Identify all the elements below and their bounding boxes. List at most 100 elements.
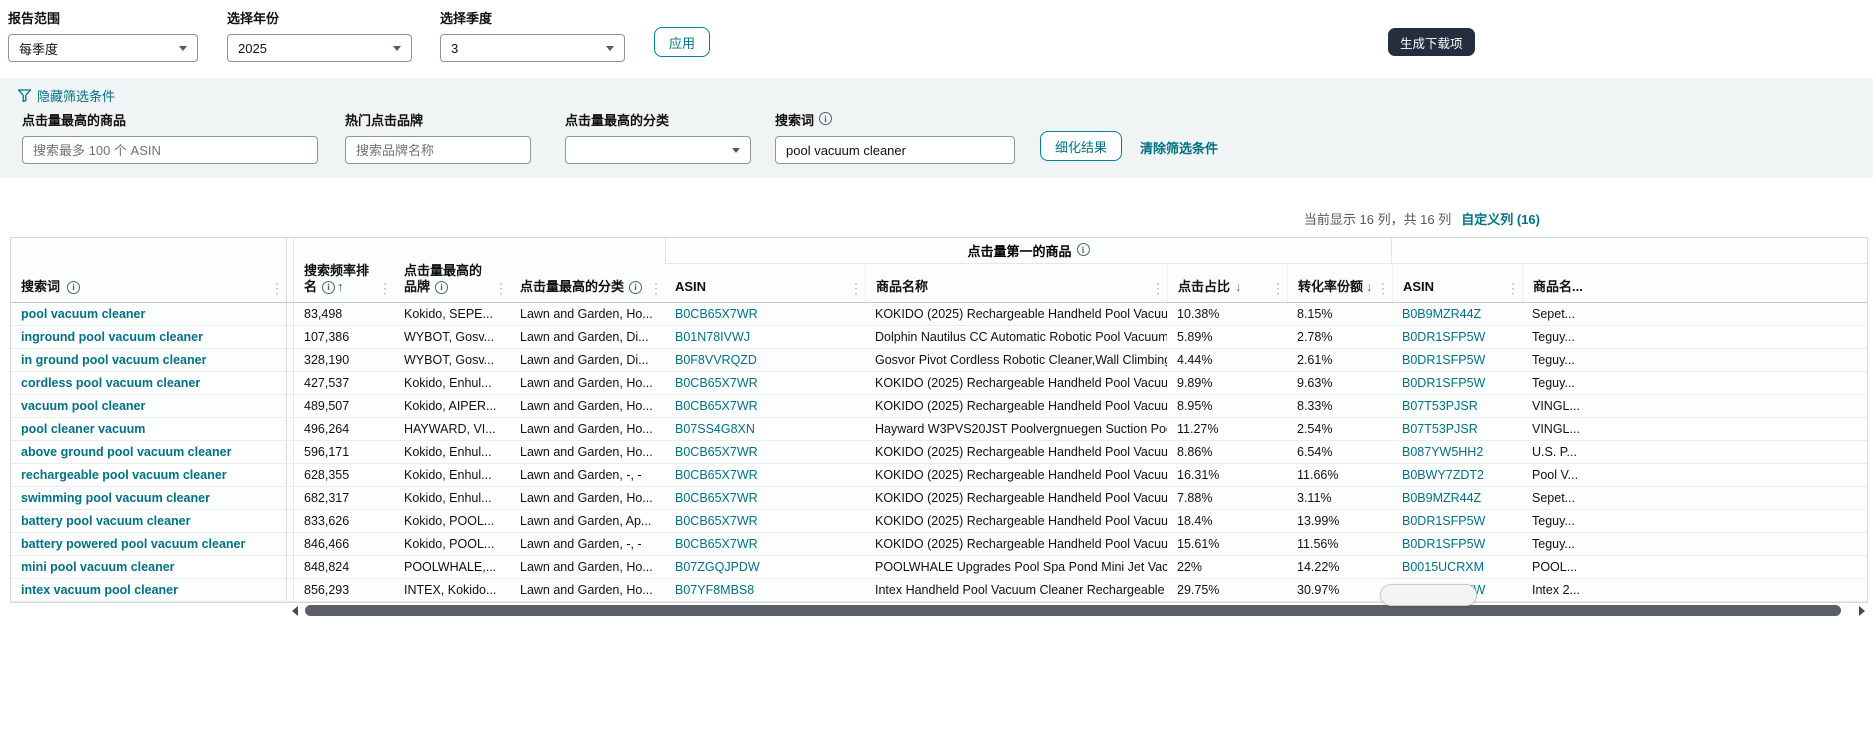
asin-link[interactable]: B07SS4G8XN <box>665 418 865 440</box>
report-scope-select[interactable]: 每季度 <box>8 34 198 62</box>
filter-funnel-icon <box>18 89 31 102</box>
info-icon[interactable] <box>819 112 832 125</box>
asin-search-input[interactable] <box>22 136 318 164</box>
info-icon[interactable] <box>322 281 335 294</box>
search-term-link[interactable]: cordless pool vacuum cleaner <box>11 372 286 394</box>
info-icon[interactable] <box>1077 243 1090 256</box>
column-menu-icon[interactable]: ⋮ <box>1506 281 1520 295</box>
category-select[interactable] <box>565 136 751 164</box>
asin-2-link[interactable]: B0B9MZR44Z <box>1392 303 1522 325</box>
frozen-column-divider <box>286 238 294 302</box>
asin-2-link[interactable]: B0B9MZR44Z <box>1392 487 1522 509</box>
asin-link[interactable]: B0CB65X7WR <box>665 372 865 394</box>
asin-2-link[interactable]: B0DR1SFP5W <box>1392 372 1522 394</box>
asin-link[interactable]: B0CB65X7WR <box>665 510 865 532</box>
search-term-link[interactable]: mini pool vacuum cleaner <box>11 556 286 578</box>
table-row: cordless pool vacuum cleaner 427,537 Kok… <box>11 372 1867 395</box>
sort-icon[interactable]: ↓ <box>1366 279 1373 294</box>
column-menu-icon[interactable]: ⋮ <box>494 281 508 295</box>
asin-2-link[interactable]: B0DR1SFP5W <box>1392 533 1522 555</box>
column-menu-icon[interactable]: ⋮ <box>1151 281 1165 295</box>
scroll-left-arrow-icon[interactable] <box>292 606 298 616</box>
asin-2-link[interactable]: B0BWY7ZDT2 <box>1392 464 1522 486</box>
sort-icon[interactable]: ↓ <box>1235 279 1242 295</box>
asin-link[interactable]: B0F8VVRQZD <box>665 349 865 371</box>
asin-link[interactable]: B0CB65X7WR <box>665 303 865 325</box>
search-term-link[interactable]: battery pool vacuum cleaner <box>11 510 286 532</box>
column-header-product-name[interactable]: 商品名称 ⋮ <box>865 264 1167 302</box>
asin-2-link[interactable]: B0DR1SFP5W <box>1392 510 1522 532</box>
generate-download-button[interactable]: 生成下载项 <box>1388 28 1475 56</box>
filter-panel: 隐藏筛选条件 点击量最高的商品 热门点击品牌 点击量最高的分类 搜索词 细化结果 <box>0 78 1873 178</box>
apply-button[interactable]: 应用 <box>654 27 710 57</box>
column-menu-icon[interactable]: ⋮ <box>270 281 284 295</box>
column-header-search-term[interactable]: 搜索词 ⋮ <box>11 238 286 302</box>
asin-2-link[interactable]: B0DR1SFP5W <box>1392 326 1522 348</box>
year-select[interactable]: 2025 <box>227 34 412 62</box>
column-menu-icon[interactable]: ⋮ <box>1376 281 1390 295</box>
sort-ascending-icon[interactable]: ↑ <box>337 279 344 294</box>
column-menu-icon[interactable]: ⋮ <box>649 281 663 295</box>
hide-filters-toggle[interactable]: 隐藏筛选条件 <box>18 86 115 105</box>
horizontal-scrollbar[interactable] <box>292 604 1865 617</box>
column-header-product-name-2[interactable]: 商品名... <box>1522 264 1867 302</box>
column-header-click-share[interactable]: 点击占比 ↓ ⋮ <box>1167 264 1287 302</box>
asin-2-link[interactable]: B0DR1SFP5W <box>1392 349 1522 371</box>
info-icon[interactable] <box>629 281 642 294</box>
column-header-conversion-share[interactable]: 转化率份额↓ ⋮ <box>1287 264 1392 302</box>
floating-scroll-handle[interactable] <box>1380 584 1477 606</box>
info-icon[interactable] <box>435 281 448 294</box>
category-cell: Lawn and Garden, Di... <box>510 326 665 348</box>
click-share-cell: 10.38% <box>1167 303 1287 325</box>
search-term-link[interactable]: pool cleaner vacuum <box>11 418 286 440</box>
search-term-link[interactable]: vacuum pool cleaner <box>11 395 286 417</box>
click-share-cell: 8.95% <box>1167 395 1287 417</box>
column-header-category[interactable]: 点击量最高的分类 ⋮ <box>510 238 665 302</box>
frozen-divider <box>286 326 294 348</box>
asin-2-link[interactable]: B087YW5HH2 <box>1392 441 1522 463</box>
search-term-link[interactable]: pool vacuum cleaner <box>11 303 286 325</box>
brand-search-input[interactable] <box>345 136 531 164</box>
click-share-cell: 16.31% <box>1167 464 1287 486</box>
column-header-asin-2[interactable]: ASIN ⋮ <box>1392 264 1522 302</box>
asin-link[interactable]: B01N78IVWJ <box>665 326 865 348</box>
asin-2-link[interactable]: B07T53PJSR <box>1392 395 1522 417</box>
column-menu-icon[interactable]: ⋮ <box>849 281 863 295</box>
asin-link[interactable]: B0CB65X7WR <box>665 395 865 417</box>
scrollbar-thumb[interactable] <box>305 605 1841 616</box>
refine-results-button[interactable]: 细化结果 <box>1040 131 1122 161</box>
asin-link[interactable]: B0CB65X7WR <box>665 533 865 555</box>
column-header-asin[interactable]: ASIN ⋮ <box>665 264 865 302</box>
search-term-link[interactable]: battery powered pool vacuum cleaner <box>11 533 286 555</box>
column-header-rank[interactable]: 搜索频率排名↑ ⋮ <box>294 238 394 302</box>
asin-link[interactable]: B07YF8MBS8 <box>665 579 865 601</box>
asin-link[interactable]: B07ZGQJPDW <box>665 556 865 578</box>
asin-2-link[interactable]: B0015UCRXM <box>1392 556 1522 578</box>
column-label: 点击量最高的品牌 <box>404 263 494 296</box>
quarter-select[interactable]: 3 <box>440 34 625 62</box>
scrollbar-track[interactable] <box>300 605 1857 616</box>
search-term-link[interactable]: inground pool vacuum cleaner <box>11 326 286 348</box>
customize-columns-link[interactable]: 自定义列 (16) <box>1461 209 1540 228</box>
asin-link[interactable]: B0CB65X7WR <box>665 441 865 463</box>
searchterm-input[interactable] <box>775 136 1015 164</box>
search-term-link[interactable]: above ground pool vacuum cleaner <box>11 441 286 463</box>
column-menu-icon[interactable]: ⋮ <box>378 281 392 295</box>
rank-cell: 83,498 <box>294 303 394 325</box>
search-term-link[interactable]: in ground pool vacuum cleaner <box>11 349 286 371</box>
table-header: 搜索词 ⋮ 搜索频率排名↑ ⋮ 点击量最高的品牌 ⋮ 点击量最高的分类 <box>11 238 1867 303</box>
category-cell: Lawn and Garden, Ho... <box>510 303 665 325</box>
clear-filters-link[interactable]: 清除筛选条件 <box>1140 138 1218 157</box>
search-term-link[interactable]: rechargeable pool vacuum cleaner <box>11 464 286 486</box>
column-header-brands[interactable]: 点击量最高的品牌 ⋮ <box>394 238 510 302</box>
scroll-right-arrow-icon[interactable] <box>1859 606 1865 616</box>
asin-link[interactable]: B0CB65X7WR <box>665 487 865 509</box>
asin-link[interactable]: B0CB65X7WR <box>665 464 865 486</box>
column-menu-icon[interactable]: ⋮ <box>1271 281 1285 295</box>
search-term-link[interactable]: intex vacuum pool cleaner <box>11 579 286 601</box>
asin-2-link[interactable]: B07T53PJSR <box>1392 418 1522 440</box>
brands-cell: WYBOT, Gosv... <box>394 326 510 348</box>
info-icon[interactable] <box>67 281 80 294</box>
product-name-2-cell: VINGL... <box>1522 395 1867 417</box>
search-term-link[interactable]: swimming pool vacuum cleaner <box>11 487 286 509</box>
